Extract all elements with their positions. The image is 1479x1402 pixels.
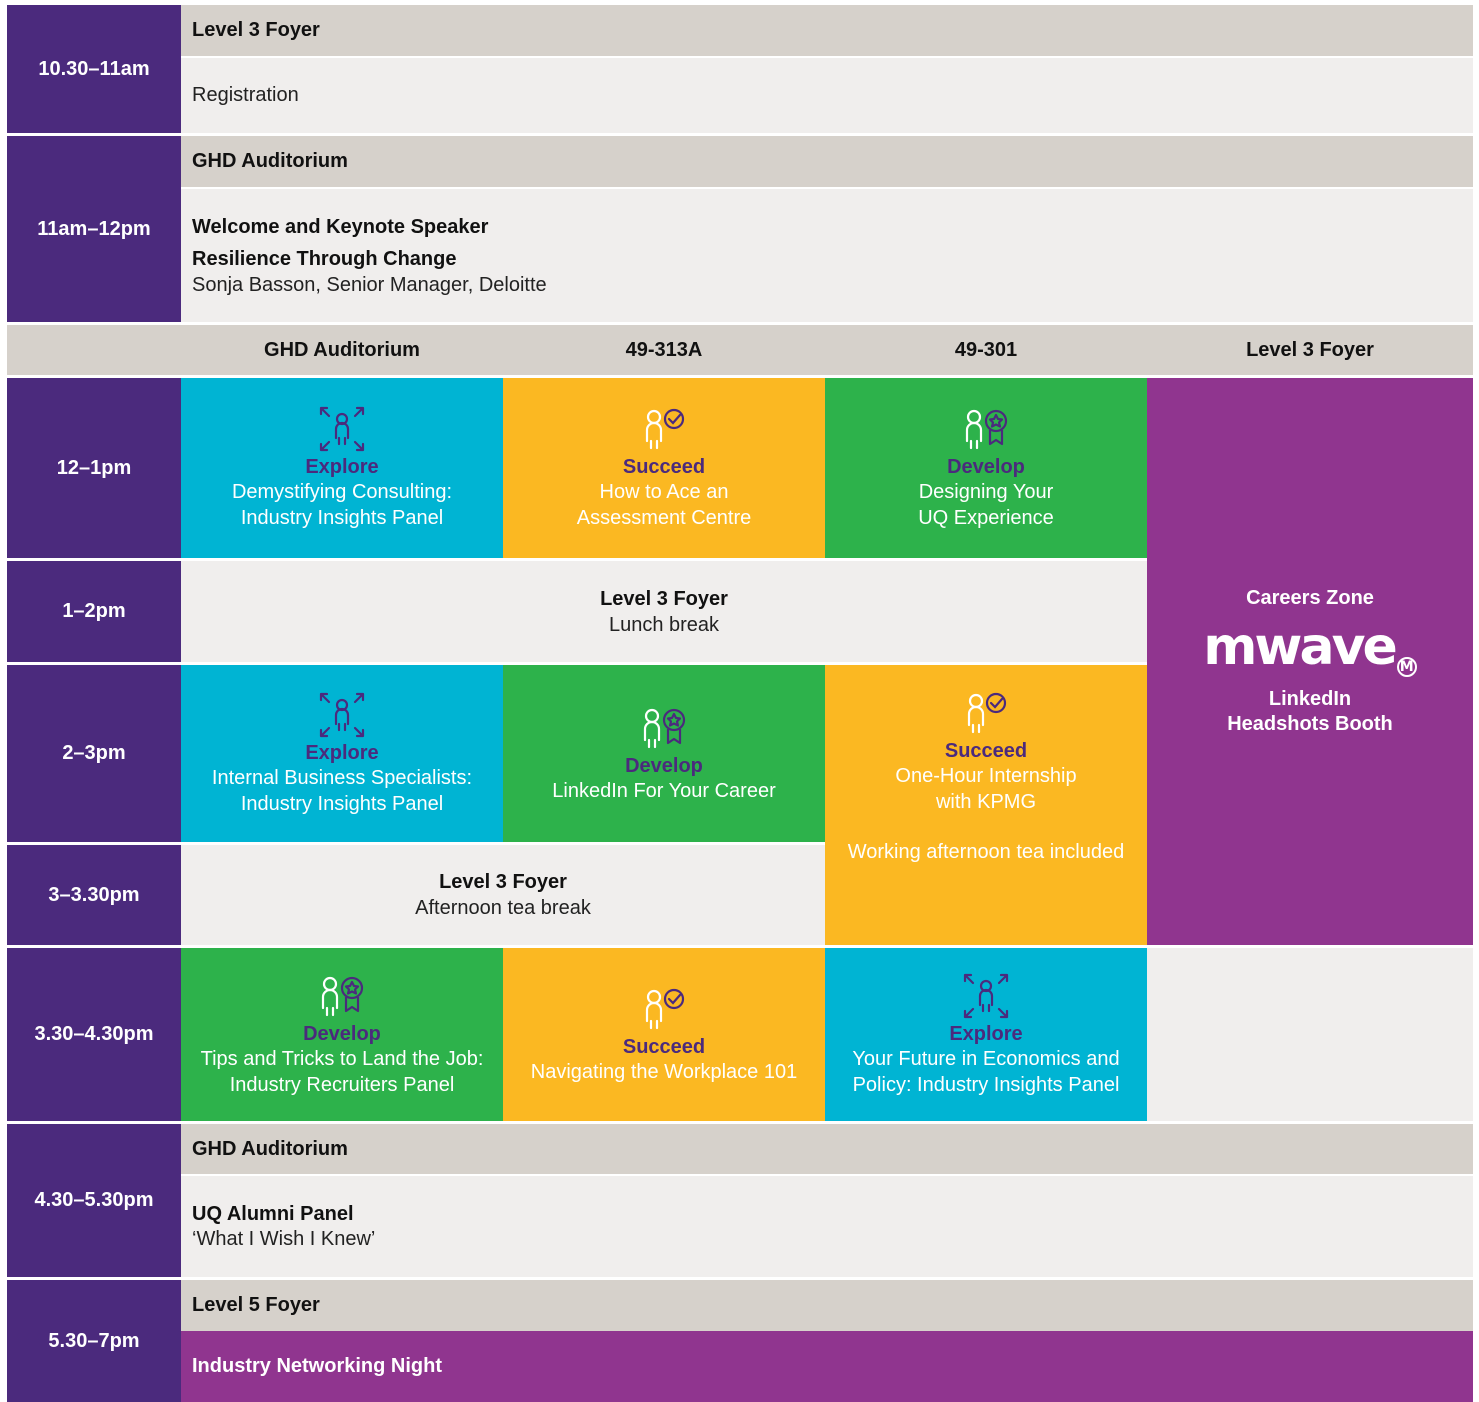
session-title: LinkedIn For Your Career — [552, 779, 776, 802]
session-category: Explore — [305, 456, 379, 478]
time-slot: 1–2pm — [7, 561, 181, 662]
time-slot: 3–3.30pm — [7, 845, 181, 945]
session-title: Tips and Tricks to Land the Job: — [200, 1047, 484, 1070]
session-card[interactable]: Explore Demystifying Consulting: Industr… — [181, 378, 503, 558]
session-note: Working afternoon tea included — [847, 841, 1125, 863]
session-category: Explore — [949, 1022, 1023, 1045]
succeed-icon — [645, 408, 685, 450]
session-title: with KPMG — [935, 791, 1037, 813]
tea-break: Level 3 Foyer Afternoon tea break — [181, 845, 825, 945]
session-body: UQ Alumni Panel ‘What I Wish I Knew’ — [181, 1176, 1473, 1277]
booth-label: LinkedIn — [1268, 688, 1352, 710]
succeed-icon — [967, 692, 1007, 734]
session-title: Industry Insights Panel — [240, 792, 444, 815]
session-category: Develop — [947, 456, 1025, 478]
session-title: UQ Alumni Panel — [192, 1202, 354, 1225]
break-label: Afternoon tea break — [415, 897, 591, 919]
session-title: Navigating the Workplace 101 — [530, 1060, 798, 1083]
session-title: Industry Networking Night — [192, 1355, 442, 1377]
session-title: How to Ace an — [599, 481, 729, 503]
session-title: Assessment Centre — [576, 507, 752, 529]
session-title: Registration — [192, 84, 299, 106]
session-body: Industry Networking Night — [181, 1331, 1473, 1402]
explore-icon — [319, 692, 365, 737]
venue-label: Level 5 Foyer — [181, 1280, 1473, 1331]
column-header-row: GHD Auditorium 49-313A 49-301 Level 3 Fo… — [7, 325, 1473, 375]
succeed-icon — [645, 988, 685, 1029]
explore-icon — [319, 406, 365, 452]
venue-label: Level 3 Foyer — [181, 5, 1473, 56]
break-label: Lunch break — [608, 613, 720, 636]
session-title: UQ Experience — [918, 507, 1054, 529]
booth-label: Headshots Booth — [1227, 713, 1393, 735]
session-title: Welcome and Keynote Speaker — [192, 215, 489, 238]
session-title: Industry Recruiters Panel — [229, 1073, 455, 1096]
session-card[interactable]: Succeed Navigating the Workplace 101 — [503, 948, 825, 1121]
session-title: One-Hour Internship — [895, 765, 1077, 787]
careers-zone: Careers Zone mwave M LinkedIn Headshots B… — [1147, 378, 1473, 945]
time-slot: 11am–12pm — [7, 136, 181, 322]
develop-icon — [643, 708, 686, 748]
careers-zone-title: Careers Zone — [1246, 587, 1374, 609]
time-slot: 10.30–11am — [7, 5, 181, 133]
column-header: Level 3 Foyer — [1246, 338, 1374, 361]
venue-label: GHD Auditorium — [181, 136, 1473, 187]
session-body: Registration — [181, 58, 1473, 133]
lunch-break: Level 3 Foyer Lunch break — [181, 561, 1147, 662]
time-slot: 12–1pm — [7, 378, 181, 558]
column-header: GHD Auditorium — [264, 338, 420, 361]
session-title: Demystifying Consulting: — [231, 481, 453, 503]
session-card[interactable]: Develop Tips and Tricks to Land the Job:… — [181, 948, 503, 1121]
session-category: Succeed — [622, 1035, 706, 1058]
mwave-logo: mwave M — [1203, 617, 1417, 677]
session-card[interactable]: Succeed One-Hour Internship with KPMG Wo… — [825, 665, 1147, 945]
time-slot: 2–3pm — [7, 665, 181, 842]
session-card[interactable]: Develop LinkedIn For Your Career — [503, 665, 825, 842]
session-category: Develop — [303, 1022, 381, 1045]
session-card[interactable]: Explore Your Future in Economics and Pol… — [825, 948, 1147, 1121]
session-title: Designing Your — [918, 481, 1054, 503]
develop-icon — [321, 976, 364, 1016]
session-card[interactable]: Explore Internal Business Specialists: I… — [181, 665, 503, 842]
column-header: 49-301 — [954, 338, 1018, 361]
session-subtitle: ‘What I Wish I Knew’ — [192, 1227, 376, 1250]
venue-label: GHD Auditorium — [181, 1124, 1473, 1174]
session-subtitle: Resilience Through Change — [192, 247, 457, 270]
session-title: Your Future in Economics and — [852, 1047, 1120, 1070]
session-category: Explore — [305, 741, 379, 764]
session-category: Succeed — [944, 740, 1028, 762]
session-title: Industry Insights Panel — [240, 507, 444, 529]
session-title: Internal Business Specialists: — [211, 766, 473, 789]
empty-cell — [1147, 948, 1473, 1121]
develop-icon — [965, 409, 1008, 450]
venue-label: Level 3 Foyer — [600, 587, 728, 610]
session-card[interactable]: Develop Designing Your UQ Experience — [825, 378, 1147, 558]
explore-icon — [963, 973, 1009, 1018]
session-body: Welcome and Keynote Speaker Resilience T… — [181, 189, 1473, 322]
session-category: Develop — [625, 754, 703, 777]
session-title: Policy: Industry Insights Panel — [852, 1073, 1120, 1096]
column-header: 49-313A — [625, 338, 703, 361]
time-slot: 5.30–7pm — [7, 1280, 181, 1402]
speaker: Sonja Basson, Senior Manager, Deloitte — [192, 273, 547, 296]
venue-label: Level 3 Foyer — [439, 871, 567, 893]
time-slot: 4.30–5.30pm — [7, 1124, 181, 1277]
session-card[interactable]: Succeed How to Ace an Assessment Centre — [503, 378, 825, 558]
time-slot: 3.30–4.30pm — [7, 948, 181, 1121]
session-category: Succeed — [622, 456, 706, 478]
